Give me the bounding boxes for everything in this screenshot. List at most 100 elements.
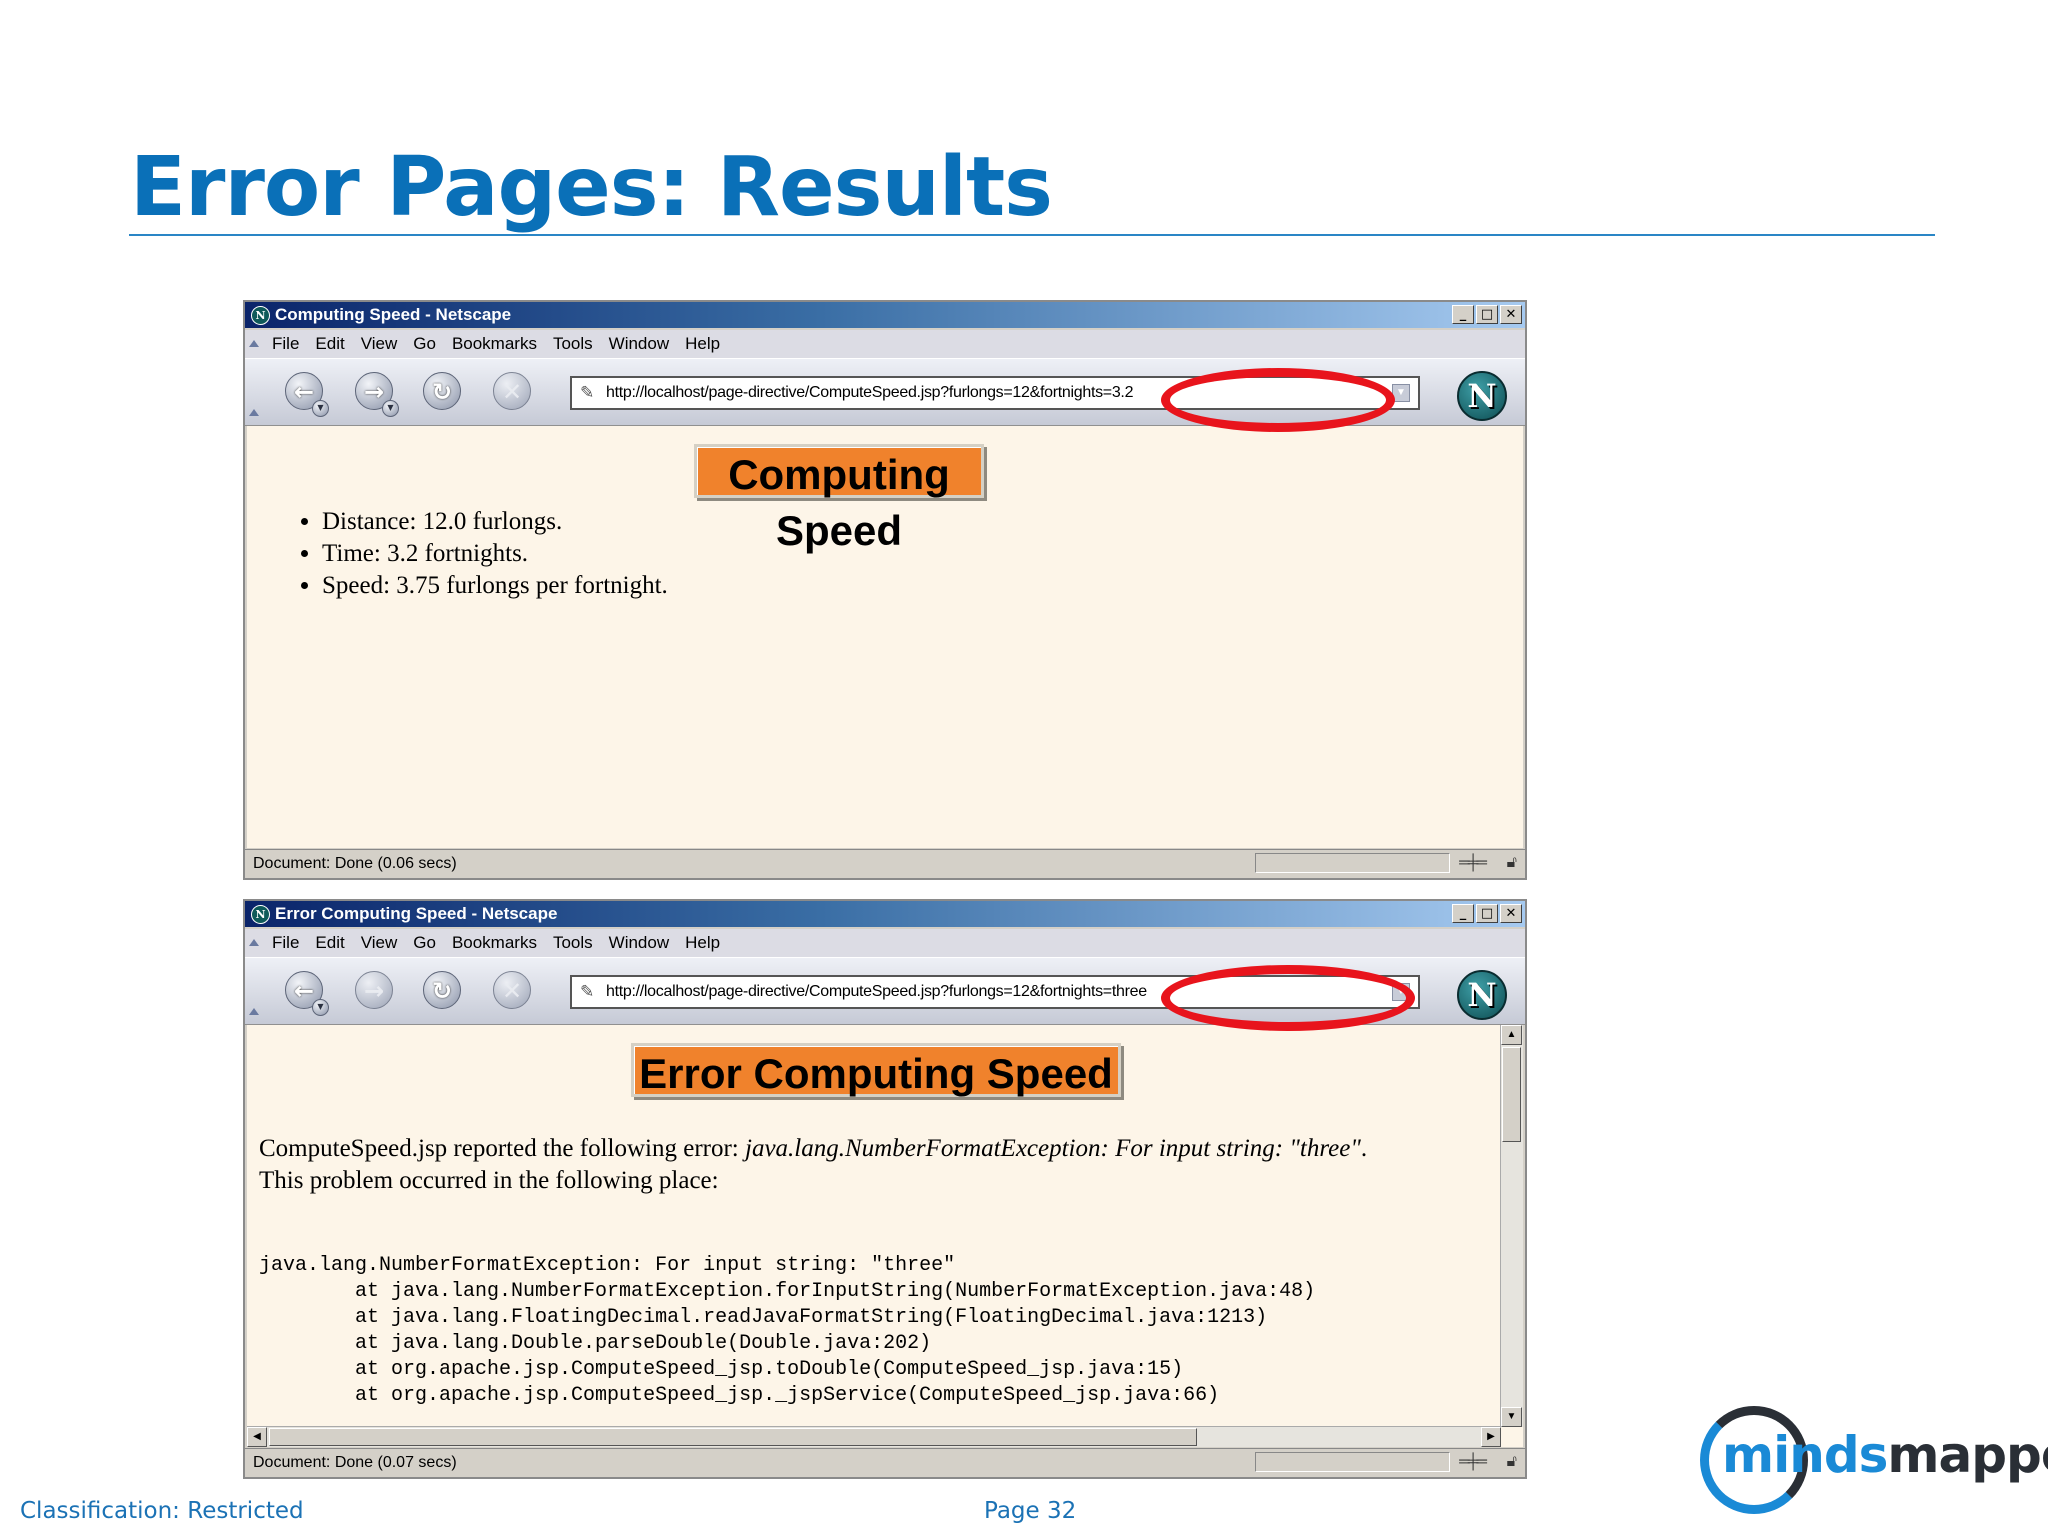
stop-button[interactable]: ✕ xyxy=(493,971,531,1009)
menu-edit[interactable]: Edit xyxy=(315,334,344,354)
stack-trace: java.lang.NumberFormatException: For inp… xyxy=(259,1253,1315,1409)
maximize-button[interactable]: □ xyxy=(1476,904,1498,923)
title-underline xyxy=(129,234,1935,236)
left-arrow-icon: ← xyxy=(293,977,315,1005)
menu-window[interactable]: Window xyxy=(609,334,669,354)
page-heading: Computing Speed xyxy=(694,444,984,554)
url-field[interactable]: ✎ http://localhost/page-directive/Comput… xyxy=(570,376,1420,410)
reload-icon: ↻ xyxy=(431,378,453,406)
back-button[interactable]: ← ▼ xyxy=(285,971,329,1016)
scroll-down-arrow-icon[interactable]: ▼ xyxy=(1501,1407,1522,1427)
window-titlebar[interactable]: N Error Computing Speed - Netscape _ □ ✕ xyxy=(245,901,1525,927)
stop-button[interactable]: ✕ xyxy=(493,372,531,410)
error-location-line: This problem occurred in the following p… xyxy=(259,1167,719,1194)
stack-line: at org.apache.jsp.ComputeSpeed_jsp.toDou… xyxy=(259,1358,1184,1381)
url-text: http://localhost/page-directive/ComputeS… xyxy=(606,983,1147,1000)
close-button[interactable]: ✕ xyxy=(1500,305,1522,324)
back-history-dropdown[interactable]: ▼ xyxy=(312,999,329,1016)
close-button[interactable]: ✕ xyxy=(1500,904,1522,923)
scroll-up-arrow-icon[interactable]: ▲ xyxy=(1501,1025,1522,1045)
reload-icon: ↻ xyxy=(431,977,453,1005)
browser-window-computing-speed: N Computing Speed - Netscape _ □ ✕ File … xyxy=(243,300,1527,880)
menu-bar: File Edit View Go Bookmarks Tools Window… xyxy=(245,330,1525,358)
forward-history-dropdown[interactable]: ▼ xyxy=(382,400,399,417)
right-arrow-icon: → xyxy=(363,378,385,406)
stack-line: at java.lang.Double.parseDouble(Double.j… xyxy=(259,1332,932,1355)
error-intro: ComputeSpeed.jsp reported the following … xyxy=(259,1135,745,1162)
menu-bookmarks[interactable]: Bookmarks xyxy=(452,933,537,953)
reload-button[interactable]: ↻ xyxy=(423,372,461,410)
netscape-logo-icon[interactable]: N xyxy=(1457,371,1507,421)
minimize-button[interactable]: _ xyxy=(1452,904,1474,923)
browser-window-error-computing-speed: N Error Computing Speed - Netscape _ □ ✕… xyxy=(243,899,1527,1479)
url-field[interactable]: ✎ http://localhost/page-directive/Comput… xyxy=(570,975,1420,1009)
toolbar-collapse-grip-icon[interactable] xyxy=(249,939,259,946)
stack-line: at java.lang.NumberFormatException.forIn… xyxy=(259,1280,1316,1303)
scroll-left-arrow-icon[interactable]: ◀ xyxy=(247,1427,267,1447)
connection-icon[interactable]: ═╪═ xyxy=(1459,850,1487,876)
toolbar-collapse-grip-icon[interactable] xyxy=(249,1008,259,1015)
minimize-button[interactable]: _ xyxy=(1452,305,1474,324)
security-lock-icon[interactable]: 🔓︎ xyxy=(1507,850,1517,876)
security-lock-icon[interactable]: 🔓︎ xyxy=(1507,1449,1517,1475)
vertical-scroll-thumb[interactable] xyxy=(1502,1047,1521,1142)
vertical-scrollbar[interactable]: ▲ ▼ xyxy=(1500,1025,1523,1427)
status-segment xyxy=(1255,853,1450,873)
right-arrow-icon: → xyxy=(363,977,385,1005)
toolbar-collapse-grip-icon[interactable] xyxy=(249,409,259,416)
stack-line: at org.apache.jsp.ComputeSpeed_jsp._jspS… xyxy=(259,1384,1220,1407)
menu-file[interactable]: File xyxy=(272,933,299,953)
menu-bookmarks[interactable]: Bookmarks xyxy=(452,334,537,354)
horizontal-scrollbar[interactable]: ◀ ▶ xyxy=(247,1426,1501,1447)
forward-button[interactable]: → xyxy=(355,971,393,1009)
connection-icon[interactable]: ═╪═ xyxy=(1459,1449,1487,1475)
horizontal-scroll-thumb[interactable] xyxy=(269,1428,1197,1446)
navigation-toolbar: ← ▼ → ▼ ↻ ✕ ✎ http://localhost/page-direct… xyxy=(245,358,1525,426)
menu-go[interactable]: Go xyxy=(413,933,436,953)
forward-button[interactable]: → ▼ xyxy=(355,372,399,417)
navigation-toolbar: ← ▼ → ↻ ✕ ✎ http://localhost/page-directi… xyxy=(245,957,1525,1025)
scroll-right-arrow-icon[interactable]: ▶ xyxy=(1481,1427,1501,1447)
netscape-logo-icon[interactable]: N xyxy=(1457,970,1507,1020)
menu-edit[interactable]: Edit xyxy=(315,933,344,953)
stop-icon: ✕ xyxy=(501,378,523,406)
menu-tools[interactable]: Tools xyxy=(553,933,593,953)
window-title: Computing Speed - Netscape xyxy=(275,305,512,324)
menu-view[interactable]: View xyxy=(361,933,398,953)
url-history-dropdown[interactable]: ▼ xyxy=(1392,384,1410,402)
stack-line: at java.lang.FloatingDecimal.readJavaFor… xyxy=(259,1306,1268,1329)
reload-button[interactable]: ↻ xyxy=(423,971,461,1009)
back-button[interactable]: ← ▼ xyxy=(285,372,329,417)
menu-file[interactable]: File xyxy=(272,334,299,354)
stop-icon: ✕ xyxy=(501,977,523,1005)
menu-help[interactable]: Help xyxy=(685,334,720,354)
list-item: Speed: 3.75 furlongs per fortnight. xyxy=(322,570,668,602)
menu-bar: File Edit View Go Bookmarks Tools Window… xyxy=(245,929,1525,957)
menu-help[interactable]: Help xyxy=(685,933,720,953)
status-segment xyxy=(1255,1452,1450,1472)
error-exception: java.lang.NumberFormatException: For inp… xyxy=(745,1135,1361,1162)
menu-go[interactable]: Go xyxy=(413,334,436,354)
list-item: Time: 3.2 fortnights. xyxy=(322,538,668,570)
page-content: Error Computing Speed ComputeSpeed.jsp r… xyxy=(247,1025,1523,1447)
logo-text: mindsmapped xyxy=(1722,1426,2048,1484)
menu-view[interactable]: View xyxy=(361,334,398,354)
status-text: Document: Done (0.06 secs) xyxy=(253,855,457,872)
classification-label: Classification: Restricted xyxy=(20,1498,304,1524)
page-number: Page 32 xyxy=(984,1498,1077,1524)
page-content: Computing Speed Distance: 12.0 furlongs.… xyxy=(247,426,1523,848)
url-history-dropdown[interactable]: ▼ xyxy=(1392,983,1410,1001)
back-history-dropdown[interactable]: ▼ xyxy=(312,400,329,417)
page-proxy-icon[interactable]: ✎ xyxy=(580,378,594,408)
status-text: Document: Done (0.07 secs) xyxy=(253,1454,457,1471)
result-list: Distance: 12.0 furlongs. Time: 3.2 fortn… xyxy=(297,506,668,602)
toolbar-collapse-grip-icon[interactable] xyxy=(249,340,259,347)
error-message: ComputeSpeed.jsp reported the following … xyxy=(259,1133,1489,1197)
window-title: Error Computing Speed - Netscape xyxy=(275,904,558,923)
menu-tools[interactable]: Tools xyxy=(553,334,593,354)
menu-window[interactable]: Window xyxy=(609,933,669,953)
page-proxy-icon[interactable]: ✎ xyxy=(580,977,594,1007)
window-titlebar[interactable]: N Computing Speed - Netscape _ □ ✕ xyxy=(245,302,1525,328)
url-text: http://localhost/page-directive/ComputeS… xyxy=(606,384,1134,401)
maximize-button[interactable]: □ xyxy=(1476,305,1498,324)
